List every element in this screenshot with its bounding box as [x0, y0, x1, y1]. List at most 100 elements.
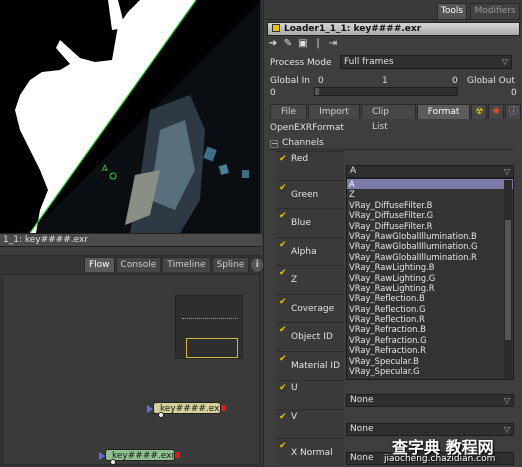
global-out-label: Global Out: [467, 76, 515, 86]
dropdown-option[interactable]: A: [347, 179, 513, 190]
gear-icon[interactable]: ✺: [488, 104, 504, 119]
channel-dropdown-list[interactable]: A Z VRay_DiffuseFilter.B VRay_DiffuseFilter…: [346, 178, 514, 380]
tool-enable-checkbox[interactable]: [272, 24, 280, 32]
viewer-status-text: 1_1: key####.exr: [3, 235, 89, 245]
channel-blue: ✔ Blue: [276, 208, 344, 236]
eyedropper-icon[interactable]: ✎: [282, 38, 294, 50]
dropdown-option[interactable]: VRay_Reflection.B: [347, 293, 513, 303]
output-pin-icon[interactable]: [175, 452, 180, 458]
dropdown-option[interactable]: VRay_RawLighting.B: [347, 262, 513, 272]
panel-divider[interactable]: [0, 247, 262, 256]
node-view-knob-icon[interactable]: [158, 412, 164, 418]
global-range-slider[interactable]: [314, 87, 458, 96]
tool-header[interactable]: Loader1_1_1: key####.exr: [267, 22, 520, 36]
dropdown-scrollbar[interactable]: [504, 180, 512, 378]
range-right-label: 0: [452, 76, 458, 86]
dropdown-option[interactable]: VRay_RawGlobalIllumination.B: [347, 231, 513, 241]
channel-label: Object ID: [291, 332, 333, 342]
checkbox-z[interactable]: ✔: [279, 268, 287, 278]
radioactive-icon[interactable]: ☢: [471, 104, 488, 119]
checkbox-object-id[interactable]: ✔: [279, 325, 287, 335]
loader-node-1[interactable]: key####.exr: [147, 402, 226, 418]
collapse-icon[interactable]: −: [270, 140, 278, 148]
tab-timeline[interactable]: Timeline: [162, 257, 211, 272]
node-label: key####.exr: [160, 404, 224, 414]
dropdown-scroll-thumb[interactable]: [505, 220, 511, 340]
channel-label: U: [291, 383, 298, 393]
tab-format[interactable]: Format: [416, 104, 471, 119]
tab-tools[interactable]: Tools: [437, 3, 467, 19]
channel-label: Alpha: [291, 247, 317, 257]
tools-tab-bar: Tools Modifiers: [264, 0, 522, 20]
dropdown-option[interactable]: VRay_RawLighting.R: [347, 283, 513, 293]
viewer-image: [15, 0, 260, 233]
input-pin-icon[interactable]: [99, 452, 105, 460]
format-name: OpenEXRFormat: [270, 123, 344, 133]
dropdown-option[interactable]: VRay_Refraction.B: [347, 324, 513, 334]
dropdown-option[interactable]: VRay_RawGlobalIllumination.R: [347, 252, 513, 262]
image-viewer[interactable]: A: [0, 0, 262, 233]
x-normal-channel-value: None: [350, 453, 374, 463]
u-channel-select[interactable]: None ▽: [346, 394, 514, 407]
channel-label: Coverage: [291, 304, 335, 314]
tab-clip-list[interactable]: Clip List: [360, 104, 416, 132]
flow-minimap[interactable]: [175, 295, 243, 359]
channel-label: Blue: [291, 218, 311, 228]
info-icon[interactable]: ⓘ: [505, 104, 521, 119]
channel-label: Red: [291, 154, 309, 164]
checkbox-alpha[interactable]: ✔: [279, 240, 287, 250]
tab-console[interactable]: Console: [115, 257, 162, 272]
dropdown-option[interactable]: VRay_DiffuseFilter.R: [347, 221, 513, 231]
checkbox-green[interactable]: ✔: [279, 183, 287, 193]
tab-file[interactable]: File: [270, 104, 308, 119]
red-channel-select[interactable]: A ▽: [346, 165, 514, 178]
dropdown-option[interactable]: VRay_DiffuseFilter.B: [347, 200, 513, 210]
channel-coverage: ✔ Coverage: [276, 294, 344, 322]
checkbox-v[interactable]: ✔: [279, 412, 287, 422]
flow-tab-bar: Flow Console Timeline Spline i: [84, 257, 265, 273]
channels-label: Channels: [282, 138, 324, 148]
chevron-down-icon: ▽: [503, 396, 510, 405]
minimap-viewport[interactable]: [186, 338, 238, 358]
dropdown-option[interactable]: VRay_Reflection.G: [347, 304, 513, 314]
flow-panel: Flow Console Timeline Spline i key####.e…: [0, 256, 265, 467]
tab-spline[interactable]: Spline: [211, 257, 250, 272]
tab-import[interactable]: Import: [308, 104, 360, 119]
dropdown-option[interactable]: VRay_Refraction.G: [347, 335, 513, 345]
checkbox-red[interactable]: ✔: [279, 154, 287, 164]
save-icon[interactable]: ▣: [297, 38, 309, 50]
loader-node-2[interactable]: key####.exr: [99, 449, 180, 465]
dropdown-option[interactable]: VRay_RawGlobalIllumination.G: [347, 241, 513, 251]
tool-title: Loader1_1_1: key####.exr: [284, 24, 422, 34]
global-in-value[interactable]: 0: [270, 88, 276, 98]
checkbox-u[interactable]: ✔: [279, 383, 287, 393]
global-out-value[interactable]: 0: [511, 88, 517, 98]
dropdown-option[interactable]: Z: [347, 189, 513, 199]
dropdown-option[interactable]: VRay_RawLighting.G: [347, 273, 513, 283]
dropdown-option[interactable]: VRay_DiffuseFilter.G: [347, 210, 513, 220]
dropdown-option[interactable]: VRay_Specular.B: [347, 356, 513, 366]
node-graph[interactable]: key####.exr key####.exr: [2, 274, 260, 465]
tools-panel: Tools Modifiers Loader1_1_1: key####.exr…: [263, 0, 522, 467]
checkbox-coverage[interactable]: ✔: [279, 297, 287, 307]
input-pin-icon[interactable]: [147, 405, 153, 413]
dropdown-option[interactable]: VRay_Reflection.R: [347, 314, 513, 324]
checkbox-x-normal[interactable]: ✔: [279, 441, 287, 451]
process-mode-label: Process Mode: [270, 58, 332, 68]
viewer-status-bar: 1_1: key####.exr: [0, 233, 262, 247]
process-mode-select[interactable]: Full frames ▽: [340, 55, 512, 69]
dropdown-option[interactable]: VRay_Refraction.R: [347, 345, 513, 355]
channel-label: Z: [291, 275, 298, 285]
reset-icon[interactable]: ⇥: [327, 38, 339, 50]
v-channel-value: None: [350, 424, 374, 434]
channel-material-id: ✔ Material ID: [276, 351, 344, 379]
checkbox-blue[interactable]: ✔: [279, 211, 287, 221]
channels-group-header[interactable]: − Channels: [270, 137, 514, 150]
tab-flow[interactable]: Flow: [84, 257, 115, 272]
pin-icon[interactable]: ➔: [267, 38, 279, 50]
checkbox-material-id[interactable]: ✔: [279, 354, 287, 364]
node-view-knob-icon[interactable]: [110, 459, 116, 465]
output-pin-icon[interactable]: [221, 405, 226, 411]
tab-modifiers[interactable]: Modifiers: [470, 3, 520, 19]
dropdown-option[interactable]: VRay_Specular.G: [347, 366, 513, 376]
